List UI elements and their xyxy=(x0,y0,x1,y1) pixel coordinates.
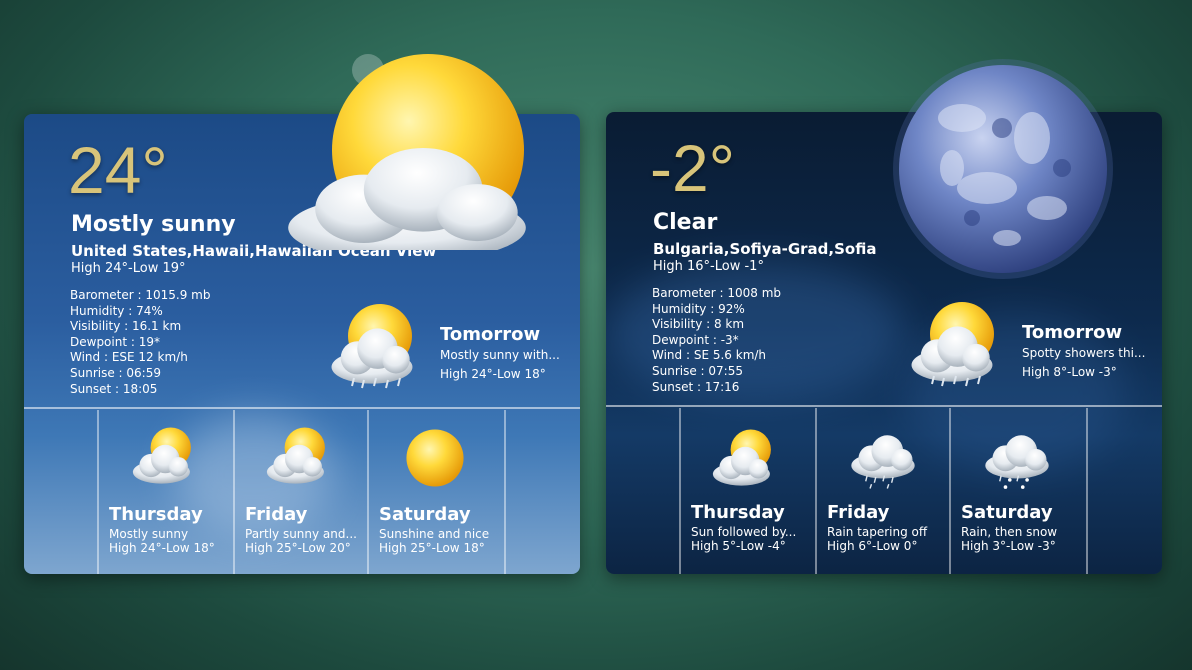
forecast-high-low: High 25°-Low 20° xyxy=(245,541,351,555)
tomorrow-description: Mostly sunny with... xyxy=(440,348,560,362)
forecast-day-name: Saturday xyxy=(379,504,471,525)
wind: Wind : ESE 12 km/h xyxy=(70,350,188,365)
forecast-description: Sun followed by... xyxy=(691,525,797,539)
forecast-day-friday[interactable]: Friday Rain tapering off High 6°-Low 0° xyxy=(817,408,951,574)
forecast-high-low: High 25°-Low 18° xyxy=(379,541,485,555)
forecast-description: Partly sunny and... xyxy=(245,527,357,541)
tomorrow-description: Spotty showers thi... xyxy=(1022,346,1146,360)
today-high-low: High 16°-Low -1° xyxy=(653,259,764,274)
current-condition: Clear xyxy=(653,210,718,235)
sun-cloud-rain-icon xyxy=(911,302,994,387)
current-temperature: -2° xyxy=(650,131,736,205)
sun-cloud-icon xyxy=(132,427,191,484)
forecast-day-saturday[interactable]: Saturday Rain, then snow High 3°-Low -3° xyxy=(951,408,1085,574)
forecast-day-name: Thursday xyxy=(691,502,785,523)
visibility: Visibility : 16.1 km xyxy=(70,319,182,334)
divider xyxy=(24,407,580,409)
location-name[interactable]: Bulgaria,Sofiya-Grad,Sofia xyxy=(653,240,876,258)
sunset: Sunset : 18:05 xyxy=(70,381,158,396)
forecast-day-name: Thursday xyxy=(109,504,203,525)
separator xyxy=(504,410,506,574)
tomorrow-title: Tomorrow xyxy=(1022,322,1123,343)
divider xyxy=(606,405,1162,407)
sunrise: Sunrise : 07:55 xyxy=(652,363,743,378)
forecast-day-thursday[interactable]: Thursday Sun followed by... High 5°-Low … xyxy=(681,408,815,574)
forecast-day-name: Saturday xyxy=(961,502,1053,523)
humidity: Humidity : 92% xyxy=(652,301,745,316)
sun-cloud-icon xyxy=(288,54,526,250)
rain-cloud-icon xyxy=(851,435,915,489)
dewpoint: Dewpoint : 19* xyxy=(70,334,160,349)
today-high-low: High 24°-Low 19° xyxy=(71,261,186,276)
weather-details: Barometer : 1008 mb Humidity : 92% Visib… xyxy=(652,286,781,395)
forecast-day-name: Friday xyxy=(245,504,308,525)
current-temperature: 24° xyxy=(68,133,168,207)
forecast-high-low: High 6°-Low 0° xyxy=(827,539,918,553)
weather-details: Barometer : 1015.9 mb Humidity : 74% Vis… xyxy=(70,288,210,397)
rain-snow-cloud-icon xyxy=(985,435,1049,489)
forecast-day-name: Friday xyxy=(827,502,890,523)
separator xyxy=(1086,408,1088,574)
forecast-high-low: High 3°-Low -3° xyxy=(961,539,1056,553)
sun-cloud-icon xyxy=(266,427,325,484)
sunset: Sunset : 17:16 xyxy=(652,379,740,394)
forecast-day-thursday[interactable]: Thursday Mostly sunny High 24°-Low 18° xyxy=(99,410,233,574)
sun-cloud-rain-icon xyxy=(331,304,413,389)
barometer: Barometer : 1015.9 mb xyxy=(70,288,211,302)
sun-icon xyxy=(406,429,464,487)
forecast-description: Rain tapering off xyxy=(827,525,928,539)
tomorrow-title: Tomorrow xyxy=(440,324,541,345)
forecast-description: Rain, then snow xyxy=(961,525,1058,539)
tomorrow-high-low: High 8°-Low -3° xyxy=(1022,365,1117,379)
moon-icon xyxy=(893,59,1113,279)
tomorrow-high-low: High 24°-Low 18° xyxy=(440,367,546,381)
forecast-high-low: High 24°-Low 18° xyxy=(109,541,215,555)
visibility: Visibility : 8 km xyxy=(652,317,745,332)
barometer: Barometer : 1008 mb xyxy=(652,286,782,300)
forecast-description: Mostly sunny xyxy=(109,527,189,541)
forecast-row: Thursday Mostly sunny High 24°-Low 18° F… xyxy=(24,410,580,574)
sun-cloud-icon xyxy=(712,429,771,486)
wind: Wind : SE 5.6 km/h xyxy=(652,348,767,363)
forecast-day-friday[interactable]: Friday Partly sunny and... High 25°-Low … xyxy=(235,410,369,574)
current-condition: Mostly sunny xyxy=(71,212,236,237)
dewpoint: Dewpoint : -3* xyxy=(652,332,739,347)
forecast-row: Thursday Sun followed by... High 5°-Low … xyxy=(606,408,1162,574)
sunrise: Sunrise : 06:59 xyxy=(70,365,161,380)
forecast-high-low: High 5°-Low -4° xyxy=(691,539,786,553)
forecast-description: Sunshine and nice xyxy=(379,527,490,541)
forecast-day-saturday[interactable]: Saturday Sunshine and nice High 25°-Low … xyxy=(369,410,503,574)
humidity: Humidity : 74% xyxy=(70,303,163,318)
